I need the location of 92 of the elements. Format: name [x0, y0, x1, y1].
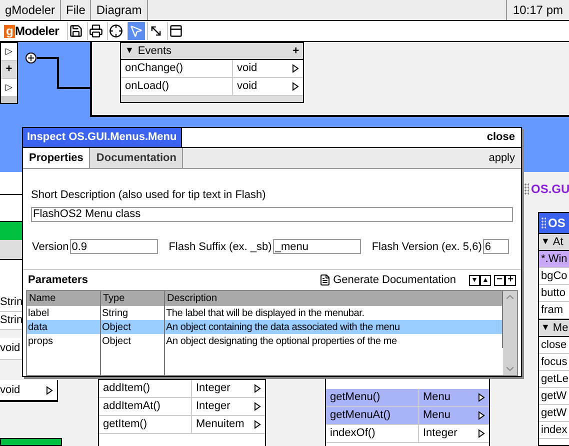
method-type: void: [0, 382, 20, 398]
section-title: Me: [552, 320, 568, 336]
table-cell: Object: [101, 334, 165, 348]
event-name: onLoad(): [121, 78, 233, 95]
class-accent: [0, 222, 22, 240]
expand-icon[interactable]: [46, 386, 53, 394]
text-field[interactable]: 0.9: [70, 239, 158, 254]
menu-item[interactable]: File: [61, 0, 92, 20]
method-name: getItem(): [99, 416, 192, 433]
class-accent: [0, 438, 62, 446]
method-row[interactable]: addItemAt() Integer: [99, 398, 265, 416]
method-name: getMenu(): [326, 389, 419, 406]
method-row[interactable]: void: [0, 380, 58, 402]
apply-button[interactable]: apply: [482, 148, 521, 168]
member-row[interactable]: close: [539, 337, 569, 354]
tab[interactable]: Properties: [23, 148, 90, 168]
member-row[interactable]: *.Win: [539, 251, 569, 268]
member-type: Strin: [0, 294, 22, 312]
method-row[interactable]: addItem() Integer: [99, 380, 265, 398]
scrollbar[interactable]: [503, 291, 517, 375]
class-header[interactable]: OS: [539, 213, 569, 233]
tab[interactable]: Documentation: [90, 148, 184, 168]
member-type: void: [0, 338, 22, 360]
text-field[interactable]: 6: [482, 239, 509, 254]
method-row[interactable]: getMenuAt() Menu: [326, 407, 489, 425]
window-tool-icon[interactable]: [166, 22, 185, 40]
section-header[interactable]: ▼ Me: [539, 319, 569, 337]
member-row[interactable]: getW: [539, 405, 569, 422]
count-button[interactable]: +: [505, 274, 516, 286]
clock: 10:17 pm: [506, 0, 569, 20]
event-type: void: [236, 79, 258, 94]
print-tool-icon[interactable]: [86, 22, 105, 40]
count-button[interactable]: −: [494, 274, 505, 286]
field-label: Version: [32, 240, 69, 254]
text-field[interactable]: _menu: [272, 239, 361, 254]
method-row[interactable]: indexOf() Integer: [326, 425, 489, 443]
panel-footer: [1, 97, 17, 103]
parameter-row[interactable]: data Object An object containing the data associated with the menu: [27, 320, 503, 334]
menu-item[interactable]: gModeler: [0, 0, 62, 20]
method-type: Integer: [195, 381, 232, 396]
class-title: OS: [548, 215, 566, 232]
method-type: Menu: [422, 390, 452, 406]
member-row[interactable]: focus: [539, 354, 569, 371]
grip-icon[interactable]: [524, 183, 529, 195]
collapse-toggle[interactable]: ▼: [541, 321, 550, 335]
connector-line: [25, 52, 91, 90]
app-logo: g Modeler: [4, 22, 59, 40]
method-row[interactable]: getItem() Menuitem: [99, 416, 265, 434]
events-header[interactable]: ▼ Events +: [121, 43, 303, 60]
parameter-row[interactable]: label String The label that will be displayed in the menubar.: [27, 306, 503, 320]
section-title: At: [552, 234, 564, 250]
method-name: getMenuAt(): [326, 407, 419, 424]
close-button[interactable]: close: [480, 128, 521, 147]
parameter-row[interactable]: props Object An object designating the optional properties of the me: [27, 334, 503, 348]
member-row[interactable]: butto: [539, 285, 569, 302]
member-row[interactable]: getLe: [539, 371, 569, 388]
member-row[interactable]: getW: [539, 388, 569, 405]
generate-documentation-button[interactable]: Generate Documentation: [319, 272, 456, 288]
grip-icon[interactable]: [541, 217, 546, 229]
dialog-title: Inspect OS.GUI.Menus.Menu: [23, 128, 182, 147]
field-label: Flash Version (ex. 5,6): [372, 240, 482, 254]
section-header[interactable]: ▼ At: [539, 233, 569, 251]
add-button[interactable]: +: [1, 61, 17, 79]
member-row[interactable]: bgCo: [539, 268, 569, 285]
class-title: OS.GU: [531, 181, 569, 198]
events-title: Events: [138, 44, 173, 59]
member-row[interactable]: fram: [539, 302, 569, 319]
collapse-toggle[interactable]: ▼: [541, 235, 550, 249]
method-type: Integer: [422, 426, 458, 442]
method-type: Integer: [195, 399, 232, 414]
event-type: void: [236, 61, 258, 76]
member-row[interactable]: index: [539, 422, 569, 439]
event-name: onChange(): [121, 60, 233, 77]
menu-item[interactable]: Diagram: [91, 0, 148, 20]
field-label: Short Description (also used for tip text in Flash): [31, 188, 267, 203]
method-row[interactable]: getMenu() Menu: [326, 389, 489, 407]
save-tool-icon[interactable]: [66, 22, 85, 40]
description-field[interactable]: FlashOS2 Menu class: [31, 206, 513, 222]
method-type: Menu: [422, 408, 452, 424]
document-icon: [319, 274, 332, 286]
table-cell: props: [27, 334, 101, 348]
collapse-toggle[interactable]: ▼: [125, 44, 134, 58]
section-title: Parameters: [28, 272, 89, 288]
method-type: Menuitem: [195, 417, 246, 432]
method-name: addItem(): [99, 380, 192, 397]
event-row[interactable]: onChange() void: [121, 60, 303, 78]
field-label: Flash Suffix (ex. _sb): [168, 240, 272, 254]
target-tool-icon[interactable]: [106, 22, 125, 40]
add-button[interactable]: +: [292, 42, 299, 60]
method-name: indexOf(): [326, 425, 419, 442]
member-type: Strin: [0, 312, 22, 330]
method-name: addItemAt(): [99, 398, 192, 415]
